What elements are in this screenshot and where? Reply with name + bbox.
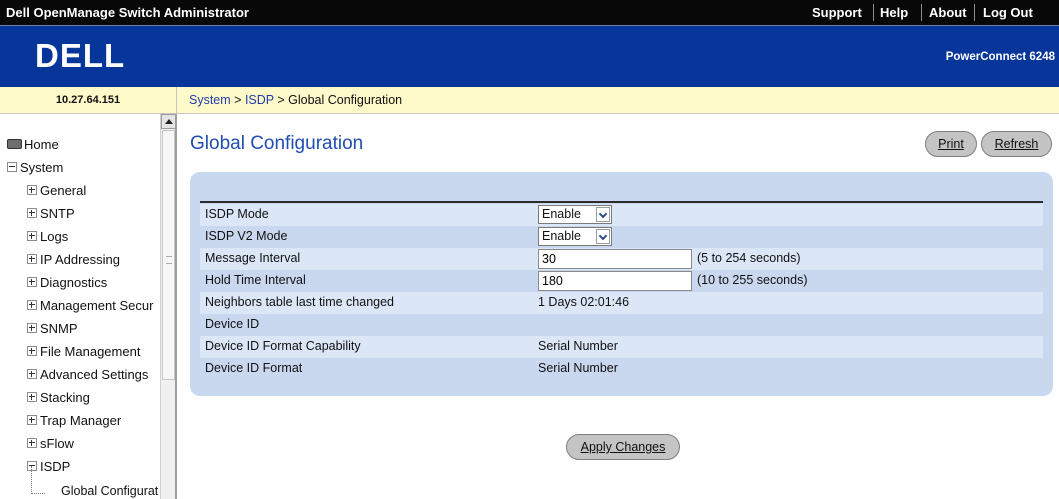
expand-icon[interactable] (27, 437, 37, 448)
row-isdp-mode: ISDP Mode Enable (200, 204, 1043, 226)
device-id-capability-value: Serial Number (538, 339, 618, 353)
scroll-grip-icon (166, 256, 172, 264)
expand-icon[interactable] (27, 368, 37, 379)
row-neighbors-changed: Neighbors table last time changed 1 Days… (200, 292, 1043, 314)
device-id-format-label: Device ID Format (205, 361, 303, 375)
expand-icon[interactable] (27, 345, 37, 356)
row-isdp-v2-mode: ISDP V2 Mode Enable (200, 226, 1043, 248)
isdp-mode-label: ISDP Mode (205, 207, 269, 221)
config-panel: ISDP Mode Enable ISDP V2 Mode Enable Mes… (190, 172, 1053, 396)
collapse-icon[interactable] (7, 161, 17, 172)
breadcrumb-isdp[interactable]: ISDP (245, 93, 274, 107)
nav-sflow[interactable]: sFlow (27, 436, 74, 451)
expand-icon[interactable] (27, 184, 37, 195)
nav-sntp[interactable]: SNTP (27, 206, 75, 221)
isdp-v2-mode-select[interactable]: Enable (538, 227, 612, 246)
message-interval-label: Message Interval (205, 251, 301, 265)
nav-stacking[interactable]: Stacking (27, 390, 90, 405)
svg-text:DELL: DELL (35, 37, 125, 74)
expand-icon[interactable] (27, 391, 37, 402)
help-link[interactable]: Help (880, 5, 908, 20)
top-bar: Dell OpenManage Switch Administrator Sup… (0, 0, 1059, 26)
nav-global-configuration[interactable]: Global Configurat (61, 484, 158, 498)
expand-icon[interactable] (27, 299, 37, 310)
brand-banner: DELL PowerConnect 6248 (0, 26, 1059, 87)
refresh-button[interactable]: Refresh (981, 131, 1052, 157)
hold-time-hint: (10 to 255 seconds) (697, 273, 808, 287)
row-hold-time: Hold Time Interval (10 to 255 seconds) (200, 270, 1043, 292)
isdp-mode-select[interactable]: Enable (538, 205, 612, 224)
product-name: PowerConnect 6248 (945, 51, 1055, 63)
nav-trap-manager[interactable]: Trap Manager (27, 413, 121, 428)
breadcrumb-system[interactable]: System (189, 93, 231, 107)
row-device-id-capability: Device ID Format Capability Serial Numbe… (200, 336, 1043, 358)
breadcrumb: System > ISDP > Global Configuration (177, 87, 1059, 114)
expand-icon[interactable] (27, 207, 37, 218)
top-separator (974, 4, 975, 21)
sidebar-scrollbar[interactable] (160, 114, 175, 499)
dell-logo: DELL (32, 36, 132, 76)
top-separator (873, 4, 874, 21)
nav-snmp[interactable]: SNMP (27, 321, 78, 336)
nav-ip-addressing[interactable]: IP Addressing (27, 252, 120, 267)
expand-icon[interactable] (27, 414, 37, 425)
nav-system[interactable]: System (7, 160, 63, 175)
tree-connector (31, 493, 45, 495)
expand-icon[interactable] (27, 230, 37, 241)
tree-connector (31, 466, 33, 494)
breadcrumb-separator: > (273, 93, 289, 107)
home-icon (7, 138, 22, 149)
device-ip: 10.27.64.151 (0, 87, 177, 114)
row-device-id-format: Device ID Format Serial Number (200, 358, 1043, 380)
expand-icon[interactable] (27, 322, 37, 333)
nav-advanced-settings[interactable]: Advanced Settings (27, 367, 148, 382)
nav-management-security[interactable]: Management Secur (27, 298, 153, 313)
chevron-down-icon[interactable] (596, 207, 610, 222)
panel-divider (200, 201, 1043, 203)
row-device-id: Device ID (200, 314, 1043, 336)
support-link[interactable]: Support (812, 5, 862, 20)
scroll-thumb[interactable] (162, 130, 175, 380)
page-title: Global Configuration (190, 133, 364, 154)
about-link[interactable]: About (929, 5, 967, 20)
nav-logs[interactable]: Logs (27, 229, 68, 244)
message-interval-hint: (5 to 254 seconds) (697, 251, 801, 265)
neighbors-changed-label: Neighbors table last time changed (205, 295, 395, 309)
top-separator (921, 4, 922, 21)
breadcrumb-separator: > (230, 93, 245, 107)
device-id-label: Device ID (205, 317, 260, 331)
isdp-v2-mode-label: ISDP V2 Mode (205, 229, 288, 243)
device-id-capability-label: Device ID Format Capability (205, 339, 361, 353)
apply-changes-button[interactable]: Apply Changes (566, 434, 680, 460)
navigation-tree: Home System General SNTP Logs IP Address… (0, 114, 177, 499)
chevron-down-icon[interactable] (596, 229, 610, 244)
expand-icon[interactable] (27, 253, 37, 264)
message-interval-input[interactable] (538, 249, 692, 269)
row-message-interval: Message Interval (5 to 254 seconds) (200, 248, 1043, 270)
nav-diagnostics[interactable]: Diagnostics (27, 275, 107, 290)
logout-link[interactable]: Log Out (983, 5, 1033, 20)
neighbors-changed-value: 1 Days 02:01:46 (538, 295, 630, 309)
print-button[interactable]: Print (925, 131, 977, 157)
expand-icon[interactable] (27, 276, 37, 287)
hold-time-label: Hold Time Interval (205, 273, 306, 287)
breadcrumb-current: Global Configuration (288, 93, 403, 107)
nav-home[interactable]: Home (7, 137, 59, 152)
hold-time-input[interactable] (538, 271, 692, 291)
nav-general[interactable]: General (27, 183, 86, 198)
nav-isdp[interactable]: ISDP (27, 459, 70, 474)
device-id-format-value: Serial Number (538, 361, 618, 375)
scroll-up-icon[interactable] (161, 114, 175, 129)
nav-file-management[interactable]: File Management (27, 344, 140, 359)
app-title: Dell OpenManage Switch Administrator (6, 5, 249, 20)
